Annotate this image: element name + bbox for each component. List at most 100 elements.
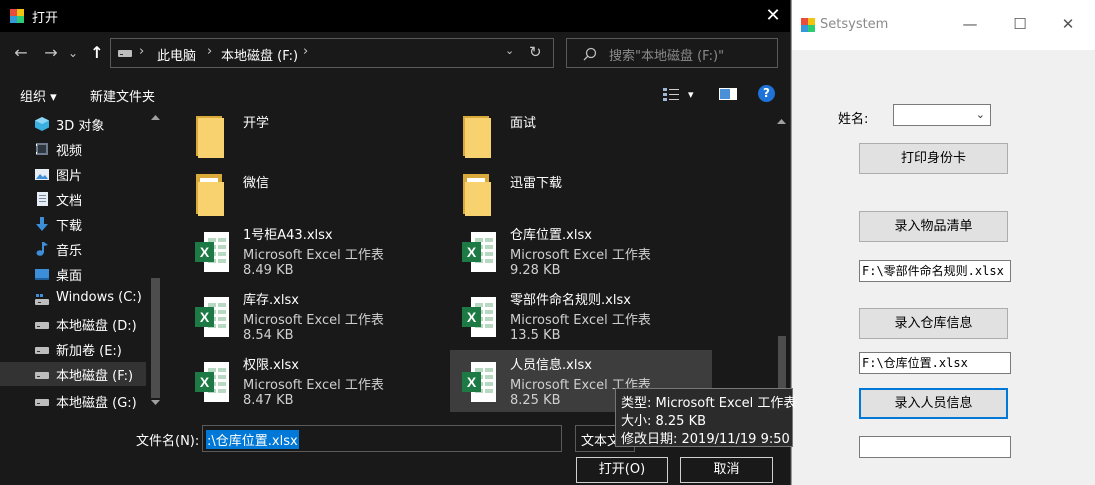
sidebar-item-drive-e[interactable]: 新加卷 (E:) (0, 337, 146, 361)
items-path-field[interactable]: F:\零部件命名规则.xlsx (859, 260, 1011, 282)
svg-text:X: X (467, 309, 477, 325)
pictures-icon (35, 169, 49, 180)
sidebar-item-desktop[interactable]: 桌面 (0, 262, 146, 286)
sidebar-item-label: 本地磁盘 (F:) (56, 369, 134, 384)
sidebar-item-label: 新加卷 (E:) (56, 344, 122, 359)
sidebar-item-label: 图片 (56, 169, 83, 184)
window-title: Setsystem (820, 17, 889, 32)
window-title-bar[interactable]: Setsystem — ☐ ✕ (792, 0, 1095, 50)
forward-arrow-icon[interactable]: → (40, 42, 62, 64)
folder-item[interactable]: 面试 (433, 110, 695, 174)
file-list: 开学 面试 微信 迅雷下载 X 1号柜A43.xlsx Microsoft Ex… (166, 110, 774, 412)
file-type: Microsoft Excel 工作表 (510, 313, 651, 328)
recent-locations-chevron-icon[interactable]: ⌄ (62, 42, 84, 64)
file-name: 人员信息.xlsx (510, 358, 592, 373)
file-name: 零部件命名规则.xlsx (510, 293, 631, 308)
cancel-button[interactable]: 取消 (680, 457, 773, 483)
drive-icon (35, 347, 49, 354)
file-item[interactable]: X 1号柜A43.xlsx Microsoft Excel 工作表 8.49 K… (166, 224, 428, 288)
sidebar-item-label: 音乐 (56, 244, 83, 259)
svg-text:X: X (200, 309, 210, 325)
sidebar-item-drive-c[interactable]: Windows (C:) (0, 287, 146, 311)
setsystem-window: Setsystem — ☐ ✕ 姓名: ⌄ 打印身份卡 录入物品清单 F:\零部… (791, 0, 1095, 485)
3d-objects-icon (35, 117, 49, 131)
windows-drive-icon (35, 294, 49, 305)
import-warehouse-button[interactable]: 录入仓库信息 (859, 308, 1008, 339)
close-icon[interactable]: ✕ (1058, 13, 1078, 35)
file-item[interactable]: X 库存.xlsx Microsoft Excel 工作表 8.54 KB (166, 289, 428, 353)
folder-icon (196, 174, 224, 216)
file-name: 1号柜A43.xlsx (243, 228, 333, 243)
file-size: 8.54 KB (243, 328, 294, 343)
address-bar[interactable]: › 此电脑 › 本地磁盘 (F:) › ⌄ ↻ (110, 38, 554, 68)
name-label: 姓名: (838, 112, 869, 127)
sidebar-item-label: 桌面 (56, 269, 83, 284)
command-bar: 组织 ▾ 新建文件夹 ▾ ? (0, 82, 790, 108)
breadcrumb-drive-f[interactable]: 本地磁盘 (F:) (221, 45, 298, 64)
import-items-button[interactable]: 录入物品清单 (859, 211, 1008, 242)
sidebar-item-drive-d[interactable]: 本地磁盘 (D:) (0, 312, 146, 336)
view-options-icon[interactable] (662, 86, 680, 102)
search-box[interactable]: 搜索"本地磁盘 (F:)" (566, 38, 778, 68)
sidebar-item-label: 3D 对象 (56, 119, 105, 134)
music-icon (36, 242, 48, 256)
maximize-icon[interactable]: ☐ (1010, 13, 1030, 35)
back-arrow-icon[interactable]: ← (10, 42, 32, 64)
address-dropdown-icon[interactable]: ⌄ (505, 44, 514, 57)
tooltip-size: 大小: 8.25 KB (621, 414, 707, 429)
sidebar-scrollbar[interactable] (147, 110, 164, 410)
folder-item[interactable]: 微信 (166, 168, 428, 232)
organize-menu[interactable]: 组织 ▾ (20, 86, 57, 105)
sidebar-item-pictures[interactable]: 图片 (0, 162, 146, 186)
file-size: 9.28 KB (510, 263, 561, 278)
folder-item[interactable]: 开学 (166, 110, 428, 174)
sidebar-item-drive-f[interactable]: 本地磁盘 (F:) (0, 362, 146, 386)
file-name: 仓库位置.xlsx (510, 228, 592, 243)
navigation-bar: ← → ⌄ ↑ › 此电脑 › 本地磁盘 (F:) › ⌄ ↻ 搜索"本地磁盘 … (0, 32, 790, 76)
sidebar-item-downloads[interactable]: 下载 (0, 212, 146, 236)
drive-icon (35, 322, 49, 329)
close-icon[interactable]: ✕ (758, 1, 788, 31)
breadcrumb-this-pc[interactable]: 此电脑 (157, 45, 196, 64)
file-size: 8.47 KB (243, 393, 294, 408)
up-arrow-icon[interactable]: ↑ (86, 42, 108, 64)
file-item[interactable]: X 权限.xlsx Microsoft Excel 工作表 8.47 KB (166, 354, 428, 412)
warehouse-path-field[interactable]: F:\仓库位置.xlsx (859, 352, 1011, 374)
file-item[interactable]: X 仓库位置.xlsx Microsoft Excel 工作表 9.28 KB (433, 224, 695, 288)
refresh-icon[interactable]: ↻ (529, 43, 542, 61)
svg-text:X: X (200, 244, 210, 260)
minimize-icon[interactable]: — (960, 13, 980, 35)
drive-icon (35, 399, 49, 406)
dialog-title-bar[interactable]: 打开 ✕ (0, 0, 790, 32)
sidebar-item-label: 本地磁盘 (G:) (56, 396, 137, 411)
download-icon (36, 217, 48, 231)
sidebar-item-drive-g[interactable]: 本地磁盘 (G:) (0, 389, 146, 412)
breadcrumb-separator: › (207, 44, 213, 59)
breadcrumb-separator: › (139, 44, 145, 59)
sidebar-item-music[interactable]: 音乐 (0, 237, 146, 261)
print-id-card-button[interactable]: 打印身份卡 (859, 143, 1008, 174)
sidebar-item-3d-objects[interactable]: 3D 对象 (0, 112, 146, 136)
file-type: Microsoft Excel 工作表 (243, 313, 384, 328)
view-dropdown-icon[interactable]: ▾ (688, 88, 694, 101)
sidebar-item-video[interactable]: 视频 (0, 137, 146, 161)
name-dropdown[interactable]: ⌄ (893, 104, 991, 126)
excel-file-icon: X (195, 362, 229, 402)
new-folder-button[interactable]: 新建文件夹 (90, 86, 155, 105)
preview-pane-icon[interactable] (718, 87, 738, 101)
help-icon[interactable]: ? (758, 85, 775, 102)
open-button[interactable]: 打开(O) (576, 457, 668, 483)
file-list-scrollbar[interactable] (774, 110, 790, 412)
excel-file-icon: X (195, 232, 229, 272)
sidebar-item-documents[interactable]: 文档 (0, 187, 146, 211)
navigation-pane: 3D 对象 视频 图片 文档 下载 音乐 桌面 Windows (C:) 本地磁… (0, 110, 165, 412)
sidebar-item-label: 文档 (56, 194, 83, 209)
folder-item[interactable]: 迅雷下载 (433, 168, 695, 232)
filename-input[interactable]: :\仓库位置.xlsx ⌄ (202, 425, 757, 452)
file-item[interactable]: X 零部件命名规则.xlsx Microsoft Excel 工作表 13.5 … (433, 289, 695, 353)
documents-icon (37, 192, 48, 206)
excel-file-icon: X (462, 232, 496, 272)
import-personnel-button[interactable]: 录入人员信息 (859, 388, 1008, 419)
search-icon (583, 47, 597, 61)
personnel-path-field[interactable] (859, 436, 1011, 458)
